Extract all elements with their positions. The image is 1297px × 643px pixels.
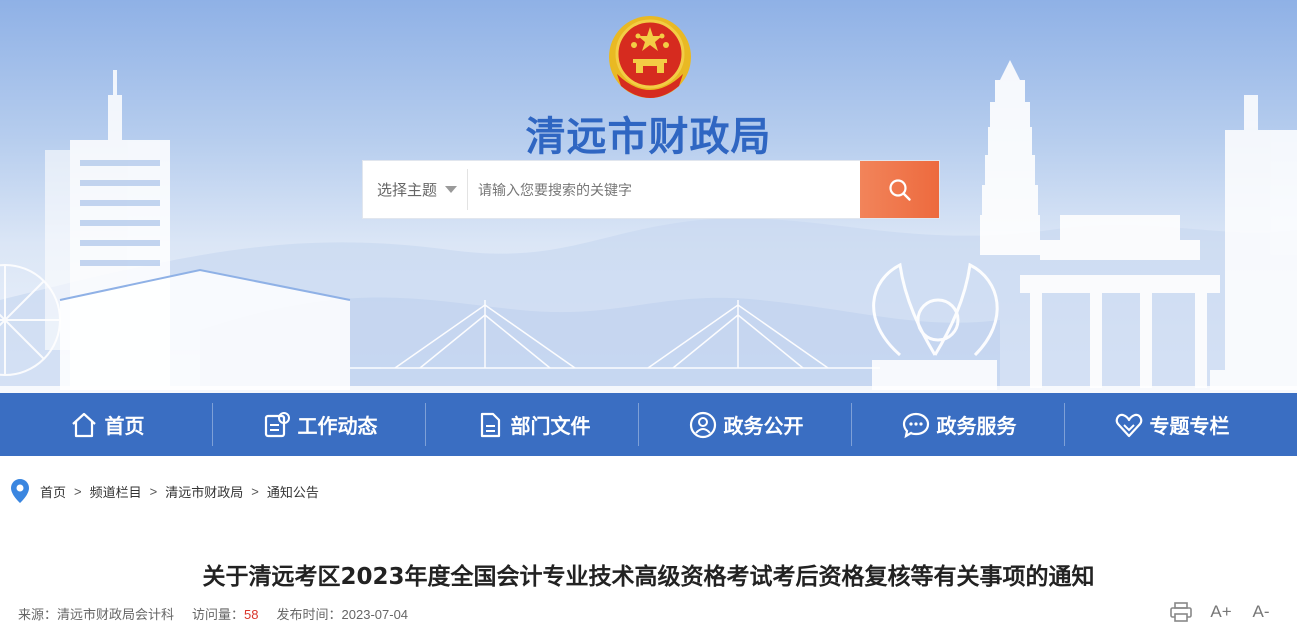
breadcrumb: 首页 > 频道栏目 > 清远市财政局 > 通知公告 [10,477,319,505]
topic-select[interactable]: 选择主题 [363,169,468,210]
views-label: 访问量： [192,607,245,622]
nav-department-files[interactable]: 部门文件 [426,393,639,456]
article-views: 访问量：58 [192,604,258,623]
page: 清远市财政局 选择主题 首页 工作动态 部门文 [0,0,1297,643]
nav-home-label: 首页 [104,414,145,438]
search-bar: 选择主题 [362,160,940,219]
breadcrumb-notices[interactable]: 通知公告 [267,482,319,501]
article-source: 来源：清远市财政局会计科 [18,604,174,623]
caret-down-icon [445,186,458,193]
article-tools: A+ A- [1169,601,1273,623]
chat-icon [902,412,929,438]
print-button[interactable] [1169,601,1193,623]
font-increase-button[interactable]: A+ [1209,601,1233,623]
source-value: 清远市财政局会计科 [57,607,175,622]
breadcrumb-separator: > [149,483,158,499]
source-label: 来源： [18,607,58,622]
nav-department-files-label: 部门文件 [510,414,591,438]
nav-home[interactable]: 首页 [0,393,213,456]
site-title: 清远市财政局 [525,114,772,160]
breadcrumb-home[interactable]: 首页 [40,482,66,501]
header-banner: 清远市财政局 选择主题 [0,0,1297,393]
main-nav: 首页 工作动态 部门文件 政务公开 政务服务 专题专栏 [0,393,1297,456]
breadcrumb-separator: > [251,483,259,499]
article-date: 发布时间：2023-07-04 [277,604,409,623]
article-title: 关于清远考区2023年度全国会计专业技术高级资格考试考后资格复核等有关事项的通知 [202,564,1095,590]
nav-government-affairs-open[interactable]: 政务公开 [639,393,852,456]
location-pin-icon [11,479,29,503]
nav-work-news-label: 工作动态 [297,414,378,438]
nav-special-topics[interactable]: 专题专栏 [1065,393,1278,456]
nav-government-affairs-open-label: 政务公开 [723,414,804,438]
heart-icon [1115,413,1142,437]
date-label: 发布时间： [276,607,342,622]
topic-select-label: 选择主题 [377,182,438,199]
views-count: 58 [244,607,259,622]
nav-special-topics-label: 专题专栏 [1149,414,1230,438]
document-icon [480,412,500,437]
home-icon [71,412,96,437]
nav-government-services[interactable]: 政务服务 [852,393,1065,456]
breadcrumb-bureau[interactable]: 清远市财政局 [165,482,243,501]
search-input[interactable] [468,161,860,218]
breadcrumb-separator: > [74,483,82,499]
user-icon [689,411,716,438]
top-links [1263,0,1279,9]
date-value: 2023-07-04 [341,607,409,622]
article-meta: 来源：清远市财政局会计科 访问量：58 发布时间：2023-07-04 [18,604,426,623]
nav-government-services-label: 政务服务 [936,414,1017,438]
font-decrease-button[interactable]: A- [1249,601,1273,623]
nav-work-news[interactable]: 工作动态 [213,393,426,456]
search-icon [888,178,911,201]
search-button[interactable] [860,161,939,218]
print-icon [1170,602,1192,622]
news-icon [264,411,290,437]
breadcrumb-channel[interactable]: 频道栏目 [90,482,142,501]
national-emblem-logo [609,16,691,98]
